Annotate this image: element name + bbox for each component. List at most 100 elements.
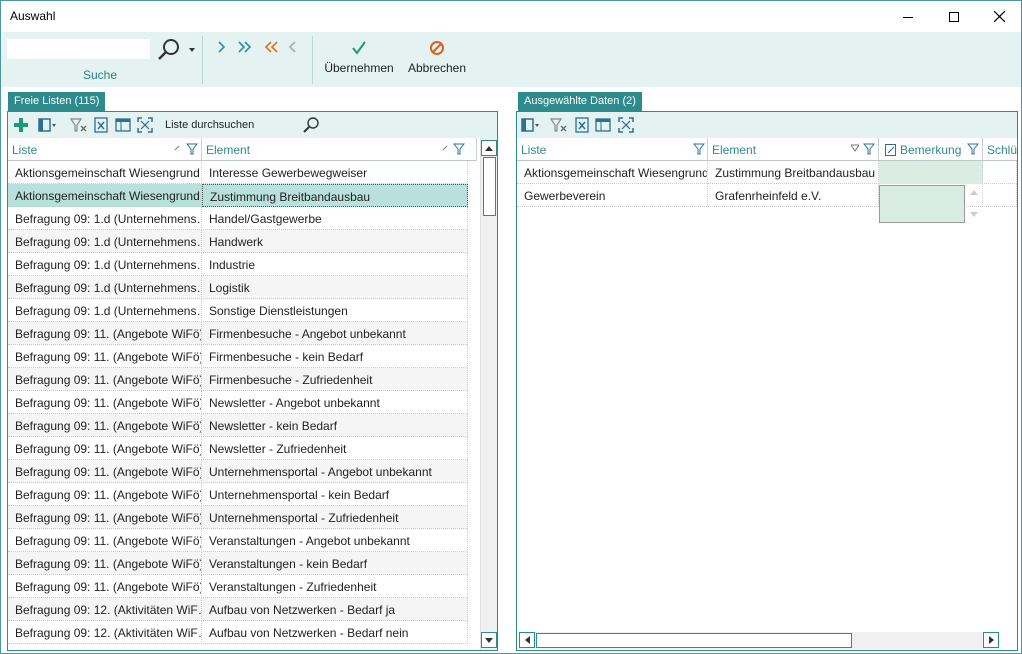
minimize-icon [903, 16, 913, 18]
search-button[interactable] [155, 37, 197, 63]
ok-button[interactable]: Übernehmen [322, 40, 396, 75]
maximize-button[interactable] [931, 1, 977, 32]
cell-schluessel [983, 184, 1017, 207]
cell-element: Newsletter - Angebot unbekannt [202, 391, 468, 414]
filter-icon[interactable] [453, 143, 465, 155]
double-chevron-left-icon [264, 41, 278, 53]
scroll-thumb[interactable] [483, 157, 496, 216]
print-button[interactable] [114, 116, 132, 134]
table-row[interactable]: Befragung 09: 11. (Angebote WiFö) Unterne… [8, 483, 468, 506]
filter-icon[interactable] [186, 143, 198, 155]
scroll-down-button[interactable] [481, 632, 497, 648]
close-button[interactable] [976, 1, 1022, 32]
table-row[interactable]: Befragung 09: 1.d (Unternehmens… Sonstige… [8, 299, 468, 322]
move-all-left-button[interactable] [263, 40, 279, 59]
table-row[interactable]: Befragung 09: 11. (Angebote WiFö) Veranst… [8, 529, 468, 552]
cell-element: Aufbau von Netzwerken - Bedarf ja [202, 598, 468, 621]
table-row[interactable]: Befragung 09: 11. (Angebote WiFö) Veranst… [8, 552, 468, 575]
table-row[interactable]: Befragung 09: 11. (Angebote WiFö) Veranst… [8, 575, 468, 598]
table-row[interactable]: Aktionsgemeinschaft Wiesengrund Zustimmun… [8, 184, 468, 207]
table-row[interactable]: Befragung 09: 11. (Angebote WiFö) Firmenb… [8, 345, 468, 368]
free-lists-vscrollbar[interactable] [480, 138, 497, 650]
scroll-right-button[interactable] [983, 632, 999, 648]
cell-liste: Befragung 09: 11. (Angebote WiFö) [8, 391, 202, 414]
table-row[interactable]: Befragung 09: 1.d (Unternehmens… Handel/G… [8, 207, 468, 230]
selected-data-hscrollbar[interactable] [519, 632, 999, 649]
search-input[interactable] [6, 38, 151, 60]
scroll-thumb[interactable] [536, 633, 852, 648]
filter-icon[interactable] [967, 143, 979, 155]
chevron-right-icon [218, 41, 226, 53]
ok-button-label: Übernehmen [324, 61, 394, 75]
list-search-label: Liste durchsuchen [165, 119, 255, 131]
add-button[interactable] [12, 116, 30, 134]
free-lists-header: Liste Element [8, 138, 477, 161]
clear-filter-button[interactable] [70, 116, 88, 134]
column-header-schluessel[interactable]: Schlüs [983, 138, 1017, 161]
table-row[interactable]: Befragung 09: 11. (Angebote WiFö) Firmenb… [8, 368, 468, 391]
scroll-up-button[interactable] [481, 140, 497, 156]
table-row[interactable]: Befragung 09: 1.d (Unternehmens… Industri… [8, 253, 468, 276]
cell-liste: Befragung 09: 12. (Aktivitäten WiF… [8, 598, 202, 621]
cell-element: Zustimmung Breitbandausbau [708, 161, 879, 184]
table-row[interactable]: Befragung 09: 11. (Angebote WiFö) Newslet… [8, 414, 468, 437]
table-row[interactable]: Befragung 09: 12. (Aktivitäten WiF… Aufba… [8, 621, 468, 644]
cell-liste: Befragung 09: 11. (Angebote WiFö) [8, 552, 202, 575]
tab-ausgewaehlte-daten[interactable]: Ausgewählte Daten (2) [518, 92, 642, 111]
table-row[interactable]: Befragung 09: 11. (Angebote WiFö) Firmenb… [8, 322, 468, 345]
export-excel-button[interactable] [573, 116, 591, 134]
search-icon [303, 117, 319, 133]
export-excel-button[interactable] [92, 116, 110, 134]
move-all-right-button[interactable] [237, 40, 253, 59]
column-header-element[interactable]: Element [202, 138, 477, 161]
triangle-right-icon [988, 636, 994, 644]
cell-liste: Befragung 09: 1.d (Unternehmens… [8, 253, 202, 276]
scroll-left-button[interactable] [519, 632, 535, 648]
ribbon-separator [202, 36, 203, 84]
move-left-button[interactable] [288, 40, 298, 59]
list-search-button[interactable] [302, 116, 320, 134]
columns-button[interactable] [521, 116, 539, 134]
table-row[interactable]: Befragung 09: 11. (Angebote WiFö) Newslet… [8, 437, 468, 460]
filter-icon[interactable] [693, 143, 705, 155]
cell-element: Aufbau von Netzwerken - Bedarf nein [202, 621, 468, 644]
fit-columns-button[interactable] [617, 116, 635, 134]
columns-button[interactable] [38, 116, 56, 134]
cancel-icon [430, 41, 444, 55]
auswahl-window: Auswahl Suche Übernehmen Abbrechen Freie… [0, 0, 1022, 654]
print-button[interactable] [594, 116, 612, 134]
fit-columns-button[interactable] [136, 116, 154, 134]
table-row[interactable]: Aktionsgemeinschaft Wiesengrund Zustimmun… [517, 161, 1017, 184]
cell-element: Handel/Gastgewerbe [202, 207, 468, 230]
column-header-element[interactable]: Element [708, 138, 879, 161]
column-header-liste[interactable]: Liste [8, 138, 202, 161]
table-row[interactable]: Befragung 09: 1.d (Unternehmens… Handwerk [8, 230, 468, 253]
bemerkung-edit-field[interactable] [879, 185, 965, 223]
table-row[interactable]: Aktionsgemeinschaft Wiesengrund Interesse… [8, 161, 468, 184]
minimize-button[interactable] [885, 1, 931, 32]
cancel-button[interactable]: Abbrechen [405, 40, 469, 75]
cell-liste: Befragung 09: 12. (Aktivitäten WiF… [8, 621, 202, 644]
cell-liste: Befragung 09: 11. (Angebote WiFö) [8, 529, 202, 552]
cell-element: Industrie [202, 253, 468, 276]
checkmark-icon [352, 41, 366, 55]
tab-freie-listen[interactable]: Freie Listen (115) [8, 92, 106, 111]
clear-filter-button[interactable] [550, 116, 568, 134]
cell-element: Newsletter - kein Bedarf [202, 414, 468, 437]
cell-element: Veranstaltungen - Zufriedenheit [202, 575, 468, 598]
table-row[interactable]: Befragung 09: 11. (Angebote WiFö) Unterne… [8, 506, 468, 529]
edit-note-icon [885, 144, 896, 156]
column-header-bemerkung[interactable]: Bemerkung [879, 138, 983, 161]
table-row[interactable]: Befragung 09: 1.d (Unternehmens… Logistik [8, 276, 468, 299]
table-row[interactable]: Befragung 09: 11. (Angebote WiFö) Unterne… [8, 460, 468, 483]
cell-liste: Befragung 09: 11. (Angebote WiFö) [8, 575, 202, 598]
bemerkung-edit-scroll[interactable] [966, 185, 982, 223]
table-row[interactable]: Befragung 09: 11. (Angebote WiFö) Newslet… [8, 391, 468, 414]
column-header-liste[interactable]: Liste [517, 138, 708, 161]
move-right-button[interactable] [216, 40, 226, 59]
filter-icon[interactable] [863, 143, 875, 155]
columns-icon [521, 118, 539, 132]
table-row[interactable]: Befragung 09: 12. (Aktivitäten WiF… Aufba… [8, 598, 468, 621]
cell-element: Logistik [202, 276, 468, 299]
cell-liste: Aktionsgemeinschaft Wiesengrund [517, 161, 708, 184]
